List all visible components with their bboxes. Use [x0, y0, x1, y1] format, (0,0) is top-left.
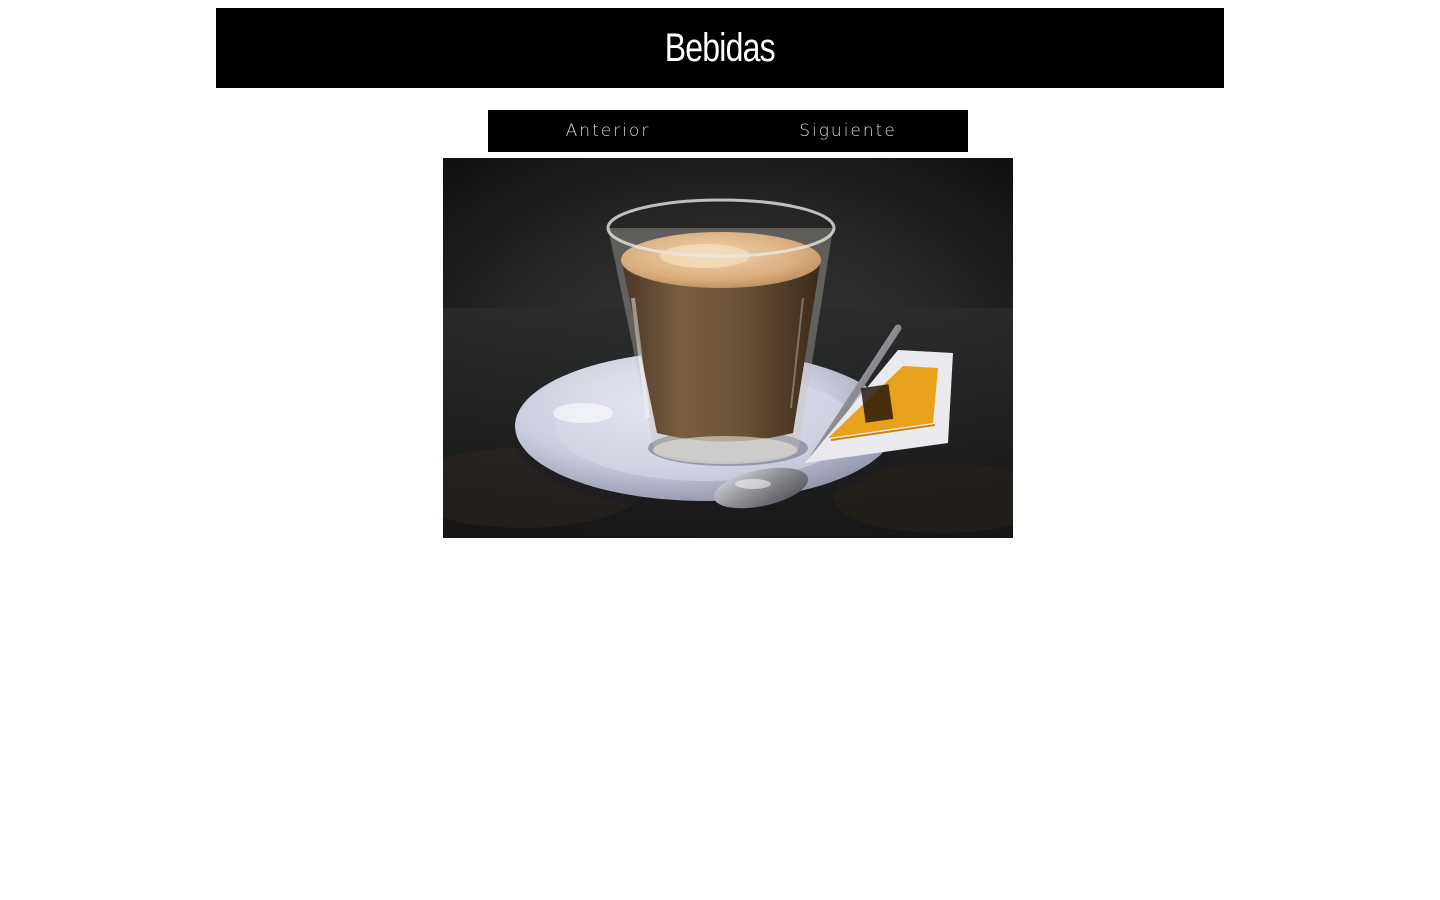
coffee-photo: [443, 158, 1013, 538]
page-title: Bebidas: [664, 26, 776, 70]
gallery-nav: Anterior Siguiente: [488, 110, 968, 152]
page-header: Bebidas: [216, 8, 1224, 88]
previous-button[interactable]: Anterior: [488, 110, 728, 152]
page: Bebidas Anterior Siguiente: [0, 0, 1440, 900]
next-button[interactable]: Siguiente: [728, 110, 968, 152]
